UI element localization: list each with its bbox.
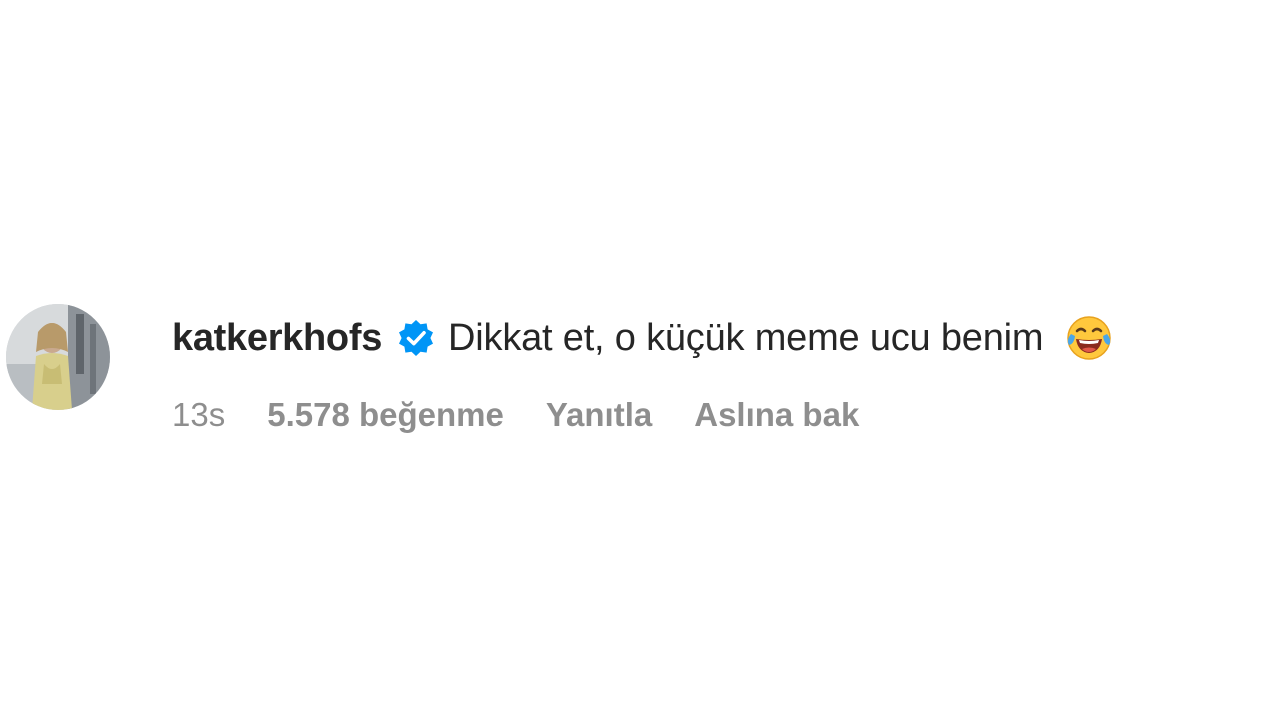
- avatar[interactable]: [6, 304, 110, 410]
- likes-count[interactable]: 5.578 beğenme: [267, 396, 504, 434]
- face-with-tears-of-joy-icon: [1065, 314, 1113, 362]
- comment-line: katkerkhofs Dikkat et, o küçük meme ucu …: [172, 312, 1113, 364]
- comment: katkerkhofs Dikkat et, o küçük meme ucu …: [6, 304, 1278, 444]
- verified-badge-icon: [396, 318, 436, 358]
- comment-text: Dikkat et, o küçük meme ucu benim: [448, 316, 1044, 359]
- avatar-photo-icon: [6, 304, 110, 410]
- comment-time: 13s: [172, 396, 226, 433]
- comment-meta: 13s 5.578 beğenme Yanıtla Aslına bak: [172, 396, 859, 434]
- reply-button[interactable]: Yanıtla: [546, 396, 652, 434]
- username[interactable]: katkerkhofs: [172, 317, 382, 360]
- see-translation-button[interactable]: Aslına bak: [694, 396, 859, 434]
